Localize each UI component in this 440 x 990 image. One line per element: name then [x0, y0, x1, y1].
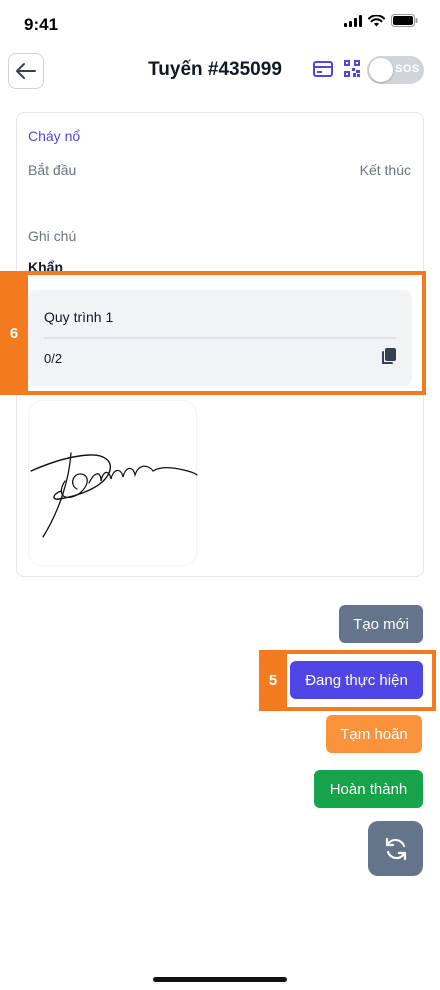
- qr-code-icon[interactable]: [344, 60, 360, 77]
- status-icons: [344, 14, 418, 27]
- signature-drawing: [30, 452, 198, 538]
- signal-icon: [344, 14, 362, 27]
- done-button[interactable]: Hoàn thành: [314, 770, 423, 808]
- refresh-icon: [385, 837, 406, 860]
- in-progress-button[interactable]: Đang thực hiện: [290, 661, 423, 699]
- start-label: Bắt đầu: [28, 162, 77, 178]
- sos-toggle-knob: [369, 58, 393, 82]
- header: Tuyến #435099 SOS: [0, 48, 440, 94]
- sos-toggle[interactable]: SOS: [367, 56, 424, 84]
- pause-button[interactable]: Tạm hoãn: [326, 715, 422, 753]
- incident-type: Cháy nổ: [28, 128, 81, 144]
- status-bar: 9:41: [0, 0, 440, 48]
- signature-image: [28, 400, 198, 566]
- wifi-icon: [368, 14, 385, 26]
- battery-icon: [391, 14, 418, 27]
- refresh-button[interactable]: [368, 821, 423, 876]
- end-label: Kết thúc: [359, 162, 411, 178]
- process-badge: 6: [0, 271, 28, 395]
- process-highlight-frame: [24, 271, 426, 395]
- status-time: 9:41: [24, 15, 59, 34]
- note-label: Ghi chú: [28, 228, 77, 244]
- card-icon[interactable]: [313, 60, 333, 78]
- home-indicator: [153, 977, 287, 982]
- sos-label: SOS: [395, 63, 420, 75]
- page-title: Tuyến #435099: [148, 59, 282, 80]
- in-progress-badge: 5: [259, 650, 287, 711]
- new-button[interactable]: Tạo mới: [339, 605, 423, 643]
